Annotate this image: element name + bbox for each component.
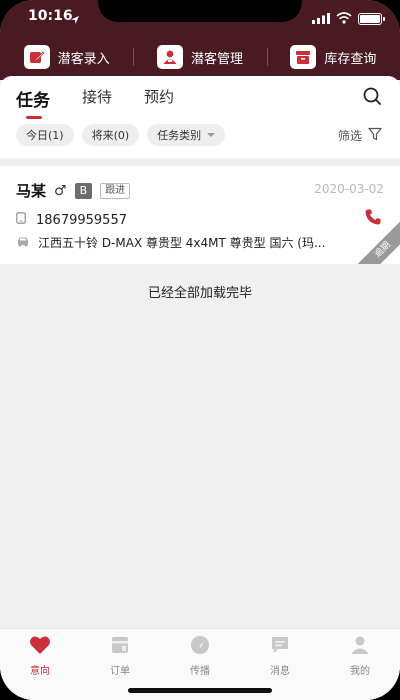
stage-badge: 跟进 — [100, 182, 131, 199]
app-screen: 10:16 潜客录入 潜客管理 库存查询 任务 接待 预约 今日(1) 将来(0… — [0, 0, 400, 700]
quick-action-label: 潜客管理 — [190, 51, 243, 67]
filter-label: 筛选 — [337, 129, 362, 143]
tab-tasks[interactable]: 任务 — [16, 86, 50, 119]
funnel-icon — [368, 127, 382, 144]
grade-badge: B — [74, 182, 93, 199]
nav-label: 传播 — [190, 666, 210, 677]
chip-label: 今日(1) — [26, 129, 64, 142]
signal-icon — [312, 9, 330, 28]
phone-row: 18679959557 — [16, 212, 127, 228]
wifi-icon — [336, 9, 352, 28]
home-indicator — [128, 688, 272, 693]
edit-icon — [23, 45, 50, 69]
tab-bar: 任务 接待 预约 — [16, 86, 174, 119]
nav-label: 订单 — [110, 666, 130, 677]
quick-action-label: 潜客录入 — [57, 51, 110, 67]
quick-action-inventory-query[interactable]: 库存查询 — [266, 40, 400, 74]
vehicle-model: 江西五十铃 D-MAX 尊贵型 4x4MT 尊贵型 国六 (玛... — [38, 236, 326, 250]
filter-future-chip[interactable]: 将来(0) — [81, 124, 140, 146]
notch — [98, 0, 302, 22]
customer-info: 马某 ♂ B 跟进 — [16, 180, 131, 201]
caret-down-icon — [207, 133, 216, 137]
nav-label: 意向 — [30, 666, 50, 677]
chip-label: 任务类别 — [157, 129, 202, 142]
inventory-icon — [290, 45, 317, 69]
nav-intent[interactable]: 意向 — [0, 629, 80, 700]
search-icon[interactable] — [362, 86, 382, 110]
customer-name: 马某 — [16, 182, 47, 200]
header: 10:16 潜客录入 潜客管理 库存查询 — [0, 0, 400, 80]
nav-label: 消息 — [270, 666, 290, 677]
male-icon: ♂ — [54, 182, 67, 199]
location-arrow-icon — [70, 10, 80, 29]
person-icon — [156, 45, 183, 69]
task-card[interactable]: 马某 ♂ B 跟进 2020-03-02 18679959557 江西五十铃 D… — [0, 166, 400, 264]
filter-today-chip[interactable]: 今日(1) — [16, 124, 74, 146]
phone-number: 18679959557 — [36, 212, 127, 228]
quick-actions-bar: 潜客录入 潜客管理 库存查询 — [0, 40, 400, 74]
list-end-message: 已经全部加载完毕 — [147, 286, 252, 301]
filter-task-type-dropdown[interactable]: 任务类别 — [147, 124, 226, 146]
quick-action-label: 库存查询 — [324, 51, 377, 67]
heart-icon — [29, 635, 51, 658]
status-time: 10:16 — [28, 8, 73, 24]
filter-button[interactable]: 筛选 — [338, 127, 382, 144]
tab-appointment[interactable]: 预约 — [144, 86, 174, 111]
message-icon — [270, 635, 290, 658]
battery-icon — [358, 12, 385, 25]
car-icon — [16, 236, 30, 250]
mobile-icon — [16, 212, 26, 228]
chip-label: 将来(0) — [91, 129, 130, 142]
profile-icon — [350, 635, 370, 658]
quick-action-lead-entry[interactable]: 潜客录入 — [0, 40, 133, 74]
phone-call-icon[interactable] — [364, 208, 382, 230]
nav-profile[interactable]: 我的 — [320, 629, 400, 700]
quick-action-lead-management[interactable]: 潜客管理 — [133, 40, 266, 74]
nav-label: 我的 — [350, 666, 370, 677]
task-date: 2020-03-02 — [314, 182, 384, 196]
task-panel: 任务 接待 预约 今日(1) 将来(0) 任务类别 筛选 — [0, 76, 400, 158]
order-icon — [110, 635, 130, 658]
filter-chips: 今日(1) 将来(0) 任务类别 — [16, 124, 226, 146]
share-icon — [190, 635, 210, 658]
vehicle-row: 江西五十铃 D-MAX 尊贵型 4x4MT 尊贵型 国六 (玛... — [16, 234, 325, 251]
status-indicators — [312, 9, 385, 28]
tab-reception[interactable]: 接待 — [82, 86, 112, 111]
